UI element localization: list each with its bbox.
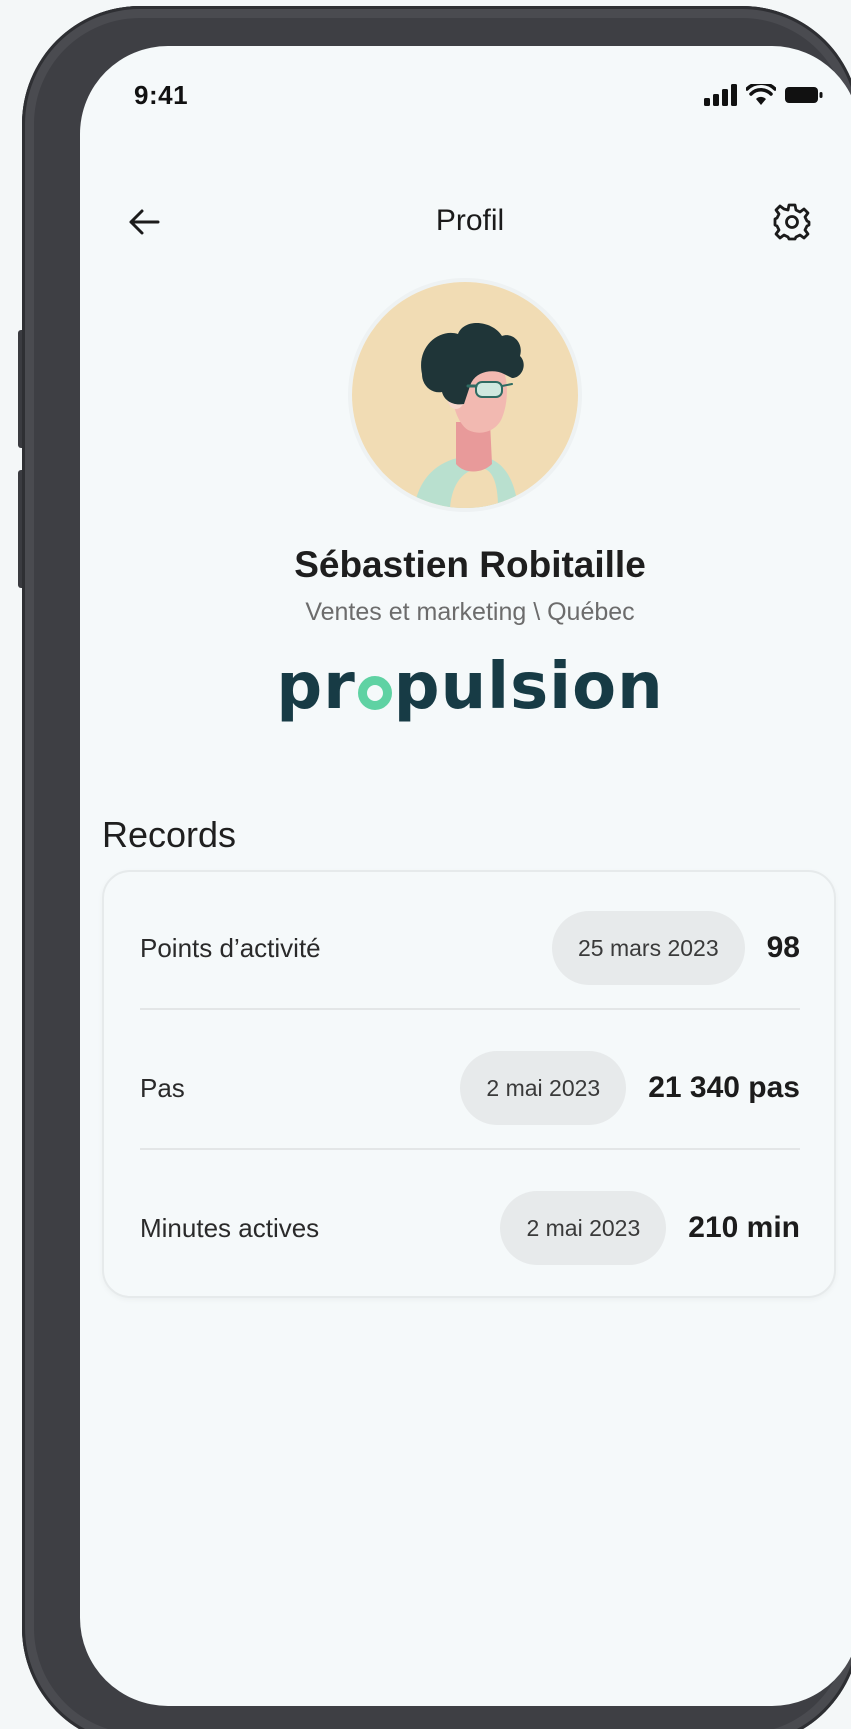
record-row: Minutes actives 2 mai 2023 210 min [140,1188,800,1268]
battery-icon [785,87,823,103]
cellular-signal-icon [704,84,737,106]
avatar [352,282,578,508]
brand-logo-post: pulsion [393,650,664,724]
phone-frame: 9:41 Profil Sébastien Robitaille Ventes … [22,6,851,1729]
stage: 9:41 Profil Sébastien Robitaille Ventes … [0,0,851,1729]
record-label: Pas [140,1072,185,1103]
brand-logo: pr pulsion [80,650,851,724]
record-value: 210 min [688,1211,800,1244]
record-row: Pas 2 mai 2023 21 340 pas [140,1048,800,1128]
avatar-illustration-icon [352,282,578,508]
records-section-title: Records [102,814,237,855]
divider [140,1008,800,1010]
record-date-chip: 2 mai 2023 [500,1191,667,1265]
page-title: Profil [435,204,505,237]
phone-screen: 9:41 Profil Sébastien Robitaille Ventes … [80,46,851,1706]
status-icons [704,84,824,106]
record-date-chip: 25 mars 2023 [551,911,745,985]
divider [140,1148,800,1150]
gear-icon[interactable] [772,202,812,242]
wifi-icon [746,84,776,105]
status-time: 9:41 [134,80,189,110]
record-row: Points d’activité 25 mars 2023 98 [140,908,800,988]
brand-logo-ring [357,676,392,710]
record-label: Minutes actives [140,1212,320,1243]
record-label: Points d’activité [140,932,321,963]
records-card: Points d’activité 25 mars 2023 98 Pas 2 … [102,870,836,1298]
record-value: 98 [766,931,800,964]
record-date-chip: 2 mai 2023 [460,1051,627,1125]
profile-name: Sébastien Robitaille [294,544,646,585]
record-value: 21 340 pas [648,1071,800,1104]
profile-department: Ventes et marketing \ Québec [305,598,635,626]
brand-logo-pre: pr [276,650,356,724]
